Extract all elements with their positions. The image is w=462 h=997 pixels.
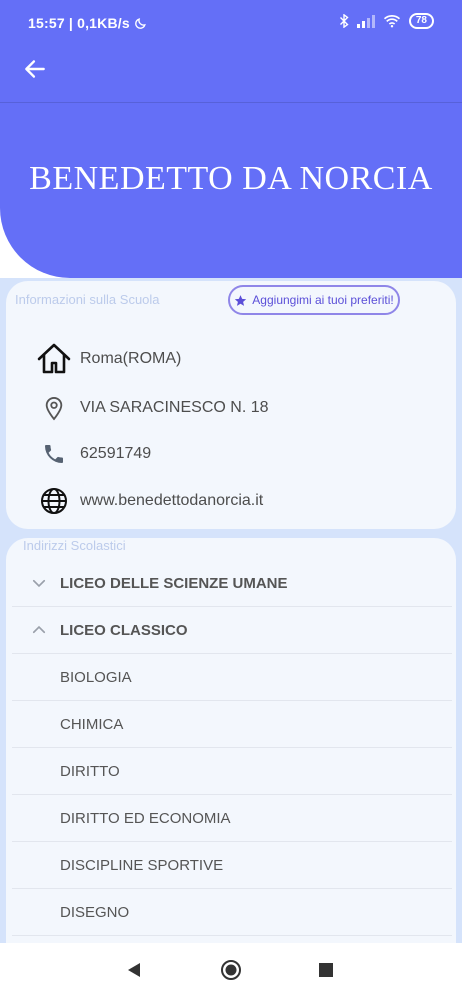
moon-icon bbox=[135, 18, 146, 29]
subject-row[interactable]: BIOLOGIA bbox=[12, 654, 452, 701]
nav-recents-button[interactable] bbox=[313, 957, 339, 983]
status-icons: 78 bbox=[339, 13, 434, 29]
subject-label: DIRITTO ED ECONOMIA bbox=[60, 809, 231, 827]
subject-row[interactable]: DIRITTO ED ECONOMIA bbox=[12, 795, 452, 842]
chevron-down-icon bbox=[32, 579, 46, 588]
website-row[interactable]: www.benedettodanorcia.it bbox=[36, 483, 263, 519]
globe-icon bbox=[36, 483, 72, 519]
subject-label: CHIMICA bbox=[60, 715, 124, 733]
group-row-scienze-umane[interactable]: LICEO DELLE SCIENZE UMANE bbox=[12, 560, 452, 607]
status-bar: 15:57 | 0,1KB/s 78 bbox=[0, 0, 462, 46]
system-navigation-bar bbox=[0, 943, 462, 997]
subject-label: DISCIPLINE SPORTIVE bbox=[60, 856, 224, 874]
appbar-divider bbox=[0, 102, 462, 103]
nav-home-button[interactable] bbox=[218, 957, 244, 983]
chevron-up-icon bbox=[32, 625, 46, 634]
star-icon bbox=[235, 294, 247, 306]
subject-row[interactable]: CHIMICA bbox=[12, 701, 452, 748]
address-text: VIA SARACINESCO N. 18 bbox=[80, 399, 269, 416]
group-label: LICEO CLASSICO bbox=[60, 621, 188, 639]
subject-label: BIOLOGIA bbox=[60, 668, 132, 686]
info-card-title: Informazioni sulla Scuola bbox=[15, 292, 160, 307]
bluetooth-icon bbox=[339, 14, 349, 28]
address-row: VIA SARACINESCO N. 18 bbox=[36, 390, 269, 426]
status-time: 15:57 | 0,1KB/s bbox=[28, 15, 147, 31]
header: 15:57 | 0,1KB/s 78 BENEDETTO DA NORCIA bbox=[0, 0, 462, 278]
group-label: LICEO DELLE SCIENZE UMANE bbox=[60, 574, 288, 592]
school-info-card: Informazioni sulla Scuola Aggiungimi ai … bbox=[6, 281, 456, 529]
battery-indicator: 78 bbox=[408, 13, 434, 29]
status-time-text: 15:57 | 0,1KB/s bbox=[28, 15, 130, 31]
subject-row[interactable]: DISCIPLINE SPORTIVE bbox=[12, 842, 452, 889]
signal-icon bbox=[356, 14, 375, 28]
phone-icon bbox=[36, 436, 72, 472]
subject-row[interactable]: DISEGNO bbox=[12, 889, 452, 936]
circle-home-icon bbox=[221, 960, 241, 980]
back-button[interactable] bbox=[22, 56, 48, 82]
phone-row[interactable]: 62591749 bbox=[36, 436, 151, 472]
add-favorite-label: Aggiungimi ai tuoi preferiti! bbox=[252, 293, 394, 307]
city-row: Roma(ROMA) bbox=[36, 341, 181, 377]
phone-text: 62591749 bbox=[80, 445, 152, 462]
subject-label: DISEGNO bbox=[60, 903, 130, 921]
city-text: Roma(ROMA) bbox=[80, 350, 182, 367]
school-addresses-card: Indirizzi Scolastici LICEO DELLE SCIENZE… bbox=[6, 538, 456, 943]
subject-row[interactable]: DIRITTO bbox=[12, 748, 452, 795]
addresses-card-title: Indirizzi Scolastici bbox=[23, 538, 126, 553]
arrow-left-icon bbox=[25, 60, 45, 78]
square-recents-icon bbox=[319, 963, 333, 977]
subject-label: DIRITTO bbox=[60, 762, 120, 780]
website-link: www.benedettodanorcia.it bbox=[80, 492, 264, 509]
school-name: BENEDETTO DA NORCIA bbox=[29, 160, 433, 197]
group-row-liceo-classico[interactable]: LICEO CLASSICO bbox=[12, 607, 452, 654]
location-pin-icon bbox=[36, 390, 72, 426]
triangle-back-icon bbox=[128, 963, 140, 977]
home-icon bbox=[36, 341, 72, 377]
add-favorite-button[interactable]: Aggiungimi ai tuoi preferiti! bbox=[228, 285, 400, 315]
wifi-icon bbox=[383, 15, 400, 28]
nav-back-button[interactable] bbox=[121, 957, 147, 983]
